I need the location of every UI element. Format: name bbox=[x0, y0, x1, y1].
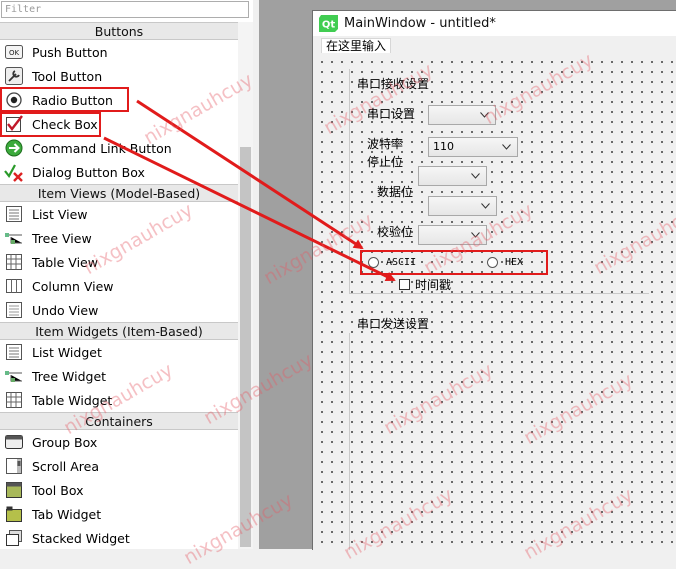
undo-view-icon bbox=[4, 300, 24, 320]
svg-text:Qt: Qt bbox=[322, 20, 336, 31]
svg-text:OK: OK bbox=[9, 49, 20, 57]
baud-combo-value: 110 bbox=[433, 140, 454, 153]
widget-item-label: Column View bbox=[32, 278, 114, 294]
widget-item-tree-view[interactable]: Tree View bbox=[0, 226, 238, 250]
widget-item-label: Tool Button bbox=[32, 68, 103, 84]
widget-item-label: List Widget bbox=[32, 344, 102, 360]
widget-item-command-link-button[interactable]: Command Link Button bbox=[0, 136, 238, 160]
widget-item-label: Tree View bbox=[32, 230, 92, 246]
receive-group-title: 串口接收设置 bbox=[357, 77, 430, 91]
group-frame-bottom bbox=[349, 293, 649, 294]
parity-label: 校验位 bbox=[377, 225, 414, 239]
list-widget-icon bbox=[4, 342, 24, 362]
port-label: 串口设置 bbox=[367, 107, 416, 121]
table-widget-icon bbox=[4, 390, 24, 410]
widget-item-label: Tab Widget bbox=[32, 506, 102, 522]
qt-logo-icon: Qt bbox=[319, 15, 338, 32]
widget-item-tab-widget[interactable]: Tab Widget bbox=[0, 502, 238, 526]
tree-widget-icon bbox=[4, 366, 24, 386]
stop-label: 停止位 bbox=[367, 155, 404, 169]
widget-item-table-view[interactable]: Table View bbox=[0, 250, 238, 274]
menubar: 在这里输入 bbox=[313, 37, 676, 54]
data-bits-label: 数据位 bbox=[377, 185, 414, 199]
group-frame-left bbox=[349, 69, 350, 293]
group-box-icon bbox=[4, 432, 24, 452]
list-view-icon bbox=[4, 204, 24, 224]
tool-box-icon bbox=[4, 480, 24, 500]
widget-item-list-widget[interactable]: List Widget bbox=[0, 340, 238, 364]
widget-item-label: Group Box bbox=[32, 434, 98, 450]
tool-button-icon bbox=[4, 66, 24, 86]
widget-item-label: Dialog Button Box bbox=[32, 164, 145, 180]
port-combo[interactable] bbox=[428, 105, 496, 125]
scrollbar-thumb[interactable] bbox=[240, 147, 251, 547]
widget-item-stacked-widget[interactable]: Stacked Widget bbox=[0, 526, 238, 549]
menubar-type-here[interactable]: 在这里输入 bbox=[321, 38, 392, 54]
scroll-area-icon bbox=[4, 456, 24, 476]
chevron-down-icon bbox=[481, 203, 490, 209]
category-item-widgets[interactable]: Item Widgets (Item-Based) bbox=[0, 322, 238, 340]
widget-box-scrollbar[interactable] bbox=[238, 22, 253, 549]
widget-item-scroll-area[interactable]: Scroll Area bbox=[0, 454, 238, 478]
push-button-icon: OK bbox=[4, 42, 24, 62]
tab-widget-icon bbox=[4, 504, 24, 524]
widget-item-undo-view[interactable]: Undo View bbox=[0, 298, 238, 322]
window-title: MainWindow - untitled* bbox=[344, 16, 496, 31]
highlight-radio-group bbox=[360, 250, 548, 275]
widget-item-label: List View bbox=[32, 206, 88, 222]
timestamp-label: 时间戳 bbox=[415, 278, 452, 292]
highlight-check-box-item bbox=[0, 112, 101, 137]
command-link-icon bbox=[4, 138, 24, 158]
widget-item-label: Table Widget bbox=[32, 392, 113, 408]
widget-item-label: Tool Box bbox=[32, 482, 84, 498]
chevron-down-icon bbox=[502, 144, 511, 150]
category-containers[interactable]: Containers bbox=[0, 412, 238, 430]
widget-item-list-view[interactable]: List View bbox=[0, 202, 238, 226]
widget-box-panel: Buttons OK Push Button Tool Button Radio… bbox=[0, 0, 253, 549]
category-buttons[interactable]: Buttons bbox=[0, 22, 238, 40]
chevron-down-icon bbox=[471, 232, 480, 238]
widget-item-dialog-button-box[interactable]: Dialog Button Box bbox=[0, 160, 238, 184]
baud-combo[interactable]: 110 bbox=[428, 137, 518, 157]
widget-item-tree-widget[interactable]: Tree Widget bbox=[0, 364, 238, 388]
category-item-views[interactable]: Item Views (Model-Based) bbox=[0, 184, 238, 202]
stacked-widget-icon bbox=[4, 528, 24, 548]
timestamp-checkbox[interactable]: 时间戳 bbox=[399, 276, 451, 293]
widget-item-label: Command Link Button bbox=[32, 140, 172, 156]
baud-label: 波特率 bbox=[367, 137, 404, 151]
widget-item-group-box[interactable]: Group Box bbox=[0, 430, 238, 454]
form-title-bar[interactable]: Qt MainWindow - untitled* bbox=[313, 11, 676, 36]
widget-item-column-view[interactable]: Column View bbox=[0, 274, 238, 298]
widget-item-label: Tree Widget bbox=[32, 368, 107, 384]
send-group-title: 串口发送设置 bbox=[357, 317, 430, 331]
widget-item-label: Undo View bbox=[32, 302, 99, 318]
widget-item-label: Table View bbox=[32, 254, 98, 270]
widget-item-table-widget[interactable]: Table Widget bbox=[0, 388, 238, 412]
widget-item-label: Push Button bbox=[32, 44, 108, 60]
widget-item-push-button[interactable]: OK Push Button bbox=[0, 40, 238, 64]
tree-view-icon bbox=[4, 228, 24, 248]
highlight-radio-button-item bbox=[0, 87, 129, 112]
form-canvas[interactable]: 串口接收设置 串口设置 波特率 110 停止位 数据位 校验位 ASCII HE… bbox=[313, 53, 676, 550]
filter-input[interactable] bbox=[1, 1, 249, 18]
column-view-icon bbox=[4, 276, 24, 296]
checkbox-indicator bbox=[399, 279, 410, 290]
stop-combo[interactable] bbox=[418, 166, 487, 186]
send-group-frame-left bbox=[349, 333, 350, 550]
widget-item-tool-button[interactable]: Tool Button bbox=[0, 64, 238, 88]
dialog-button-box-icon bbox=[4, 162, 24, 182]
data-bits-combo[interactable] bbox=[428, 196, 497, 216]
parity-combo[interactable] bbox=[418, 225, 487, 245]
widget-item-tool-box[interactable]: Tool Box bbox=[0, 478, 238, 502]
form-window[interactable]: Qt MainWindow - untitled* 在这里输入 串口接收设置 串… bbox=[312, 10, 676, 550]
chevron-down-icon bbox=[471, 173, 480, 179]
table-view-icon bbox=[4, 252, 24, 272]
chevron-down-icon bbox=[480, 112, 489, 118]
widget-item-label: Stacked Widget bbox=[32, 530, 130, 546]
widget-item-label: Scroll Area bbox=[32, 458, 100, 474]
